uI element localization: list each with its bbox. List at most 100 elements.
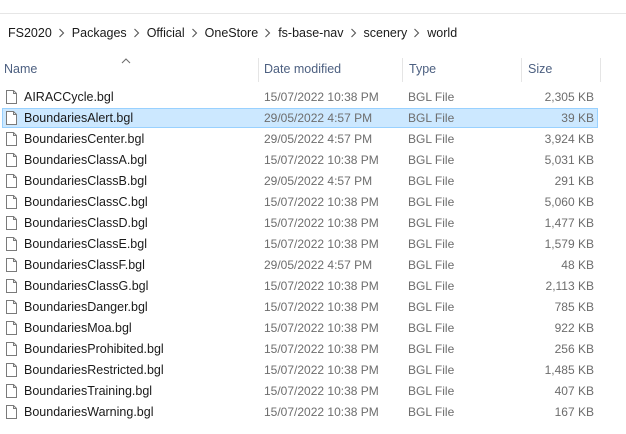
file-size: 1,579 KB: [544, 237, 594, 251]
chevron-right-icon[interactable]: [185, 27, 205, 39]
file-row[interactable]: BoundariesClassC.bgl 15/07/2022 10:38 PM B…: [0, 192, 626, 213]
chevron-right-icon[interactable]: [258, 27, 278, 39]
file-date: 15/07/2022 10:38 PM: [264, 195, 379, 209]
column-header-name[interactable]: Name: [4, 52, 37, 86]
file-date: 15/07/2022 10:38 PM: [264, 237, 379, 251]
file-size: 407 KB: [554, 384, 594, 398]
file-date: 15/07/2022 10:38 PM: [264, 279, 379, 293]
file-row[interactable]: AIRACCycle.bgl 15/07/2022 10:38 PM BGL Fil…: [0, 87, 626, 108]
file-name: BoundariesClassD.bgl: [24, 216, 148, 230]
column-divider[interactable]: [600, 58, 601, 82]
breadcrumb-item[interactable]: scenery: [364, 26, 408, 40]
file-name: BoundariesClassE.bgl: [24, 237, 147, 251]
file-date: 29/05/2022 4:57 PM: [264, 174, 373, 188]
file-size: 5,031 KB: [544, 153, 594, 167]
column-header-size-label: Size: [528, 62, 553, 76]
column-divider[interactable]: [521, 58, 522, 82]
breadcrumb-item[interactable]: fs-base-nav: [278, 26, 343, 40]
file-row[interactable]: BoundariesClassD.bgl 15/07/2022 10:38 PM B…: [0, 213, 626, 234]
file-name: BoundariesClassA.bgl: [24, 153, 147, 167]
file-icon: [6, 300, 17, 314]
breadcrumb-item[interactable]: Packages: [72, 26, 127, 40]
file-type: BGL File: [408, 153, 455, 167]
file-row[interactable]: BoundariesDanger.bgl 15/07/2022 10:38 PM B…: [0, 297, 626, 318]
file-icon: [6, 405, 17, 419]
address-breadcrumb[interactable]: FS2020 Packages Official OneStore fs-base-na…: [0, 14, 626, 52]
file-icon: [6, 342, 17, 356]
file-name: BoundariesClassC.bgl: [24, 195, 148, 209]
file-type: BGL File: [408, 132, 455, 146]
file-size: 3,924 KB: [544, 132, 594, 146]
file-type: BGL File: [408, 342, 455, 356]
chevron-right-icon[interactable]: [344, 27, 364, 39]
file-row[interactable]: BoundariesMoa.bgl 15/07/2022 10:38 PM BGL …: [0, 318, 626, 339]
file-date: 29/05/2022 4:57 PM: [264, 111, 373, 125]
window-top-edge: [0, 0, 626, 14]
file-row[interactable]: BoundariesCenter.bgl 29/05/2022 4:57 PM BG…: [0, 129, 626, 150]
file-type: BGL File: [408, 90, 455, 104]
file-type: BGL File: [408, 321, 455, 335]
file-type: BGL File: [408, 237, 455, 251]
file-type: BGL File: [408, 363, 455, 377]
file-icon: [6, 174, 17, 188]
chevron-right-icon[interactable]: [127, 27, 147, 39]
file-icon: [6, 237, 17, 251]
column-header-type-label: Type: [409, 62, 437, 76]
column-header-date[interactable]: Date modified: [264, 52, 341, 86]
file-row[interactable]: BoundariesClassA.bgl 15/07/2022 10:38 PM B…: [0, 150, 626, 171]
file-name: BoundariesTraining.bgl: [24, 384, 153, 398]
column-header-size[interactable]: Size: [528, 52, 552, 86]
file-type: BGL File: [408, 384, 455, 398]
breadcrumb-item[interactable]: FS2020: [8, 26, 52, 40]
file-row[interactable]: BoundariesProhibited.bgl 15/07/2022 10:38…: [0, 339, 626, 360]
file-row[interactable]: BoundariesAlert.bgl 29/05/2022 4:57 PM BGL…: [0, 108, 626, 129]
file-type: BGL File: [408, 174, 455, 188]
file-icon: [6, 195, 17, 209]
file-icon: [6, 90, 17, 104]
file-icon: [6, 216, 17, 230]
file-name: BoundariesClassF.bgl: [24, 258, 145, 272]
file-type: BGL File: [408, 300, 455, 314]
column-header-type[interactable]: Type: [409, 52, 436, 86]
file-name: BoundariesDanger.bgl: [24, 300, 148, 314]
chevron-right-icon[interactable]: [52, 27, 72, 39]
file-date: 15/07/2022 10:38 PM: [264, 90, 379, 104]
file-row[interactable]: BoundariesClassF.bgl 29/05/2022 4:57 PM BG…: [0, 255, 626, 276]
chevron-right-icon[interactable]: [407, 27, 427, 39]
file-type: BGL File: [408, 279, 455, 293]
file-type: BGL File: [408, 111, 455, 125]
file-icon: [6, 132, 17, 146]
file-date: 15/07/2022 10:38 PM: [264, 216, 379, 230]
file-size: 5,060 KB: [544, 195, 594, 209]
column-divider[interactable]: [258, 58, 259, 82]
file-name: BoundariesClassB.bgl: [24, 174, 147, 188]
file-list: AIRACCycle.bgl 15/07/2022 10:38 PM BGL Fil…: [0, 87, 626, 423]
file-icon: [6, 153, 17, 167]
file-name: BoundariesMoa.bgl: [24, 321, 132, 335]
file-date: 15/07/2022 10:38 PM: [264, 153, 379, 167]
file-name: BoundariesClassG.bgl: [24, 279, 149, 293]
file-row[interactable]: BoundariesWarning.bgl 15/07/2022 10:38 PM…: [0, 402, 626, 423]
file-size: 48 KB: [561, 258, 594, 272]
file-type: BGL File: [408, 216, 455, 230]
file-name: BoundariesCenter.bgl: [24, 132, 145, 146]
column-header-bar: Name Date modified Type Size: [0, 52, 626, 86]
file-row[interactable]: BoundariesTraining.bgl 15/07/2022 10:38 P…: [0, 381, 626, 402]
file-row[interactable]: BoundariesClassE.bgl 15/07/2022 10:38 PM B…: [0, 234, 626, 255]
file-size: 256 KB: [554, 342, 594, 356]
column-header-name-label: Name: [4, 62, 38, 76]
column-divider[interactable]: [402, 58, 403, 82]
file-date: 15/07/2022 10:38 PM: [264, 321, 379, 335]
file-icon: [6, 111, 17, 125]
breadcrumb-item[interactable]: world: [427, 26, 457, 40]
breadcrumb-item[interactable]: OneStore: [205, 26, 259, 40]
file-date: 29/05/2022 4:57 PM: [264, 132, 373, 146]
file-row[interactable]: BoundariesClassB.bgl 29/05/2022 4:57 PM BG…: [0, 171, 626, 192]
file-row[interactable]: BoundariesRestricted.bgl 15/07/2022 10:38…: [0, 360, 626, 381]
file-date: 15/07/2022 10:38 PM: [264, 363, 379, 377]
file-type: BGL File: [408, 195, 455, 209]
breadcrumb-item[interactable]: Official: [147, 26, 185, 40]
file-name: BoundariesProhibited.bgl: [24, 342, 164, 356]
file-row[interactable]: BoundariesClassG.bgl 15/07/2022 10:38 PM B…: [0, 276, 626, 297]
file-size: 785 KB: [554, 300, 594, 314]
